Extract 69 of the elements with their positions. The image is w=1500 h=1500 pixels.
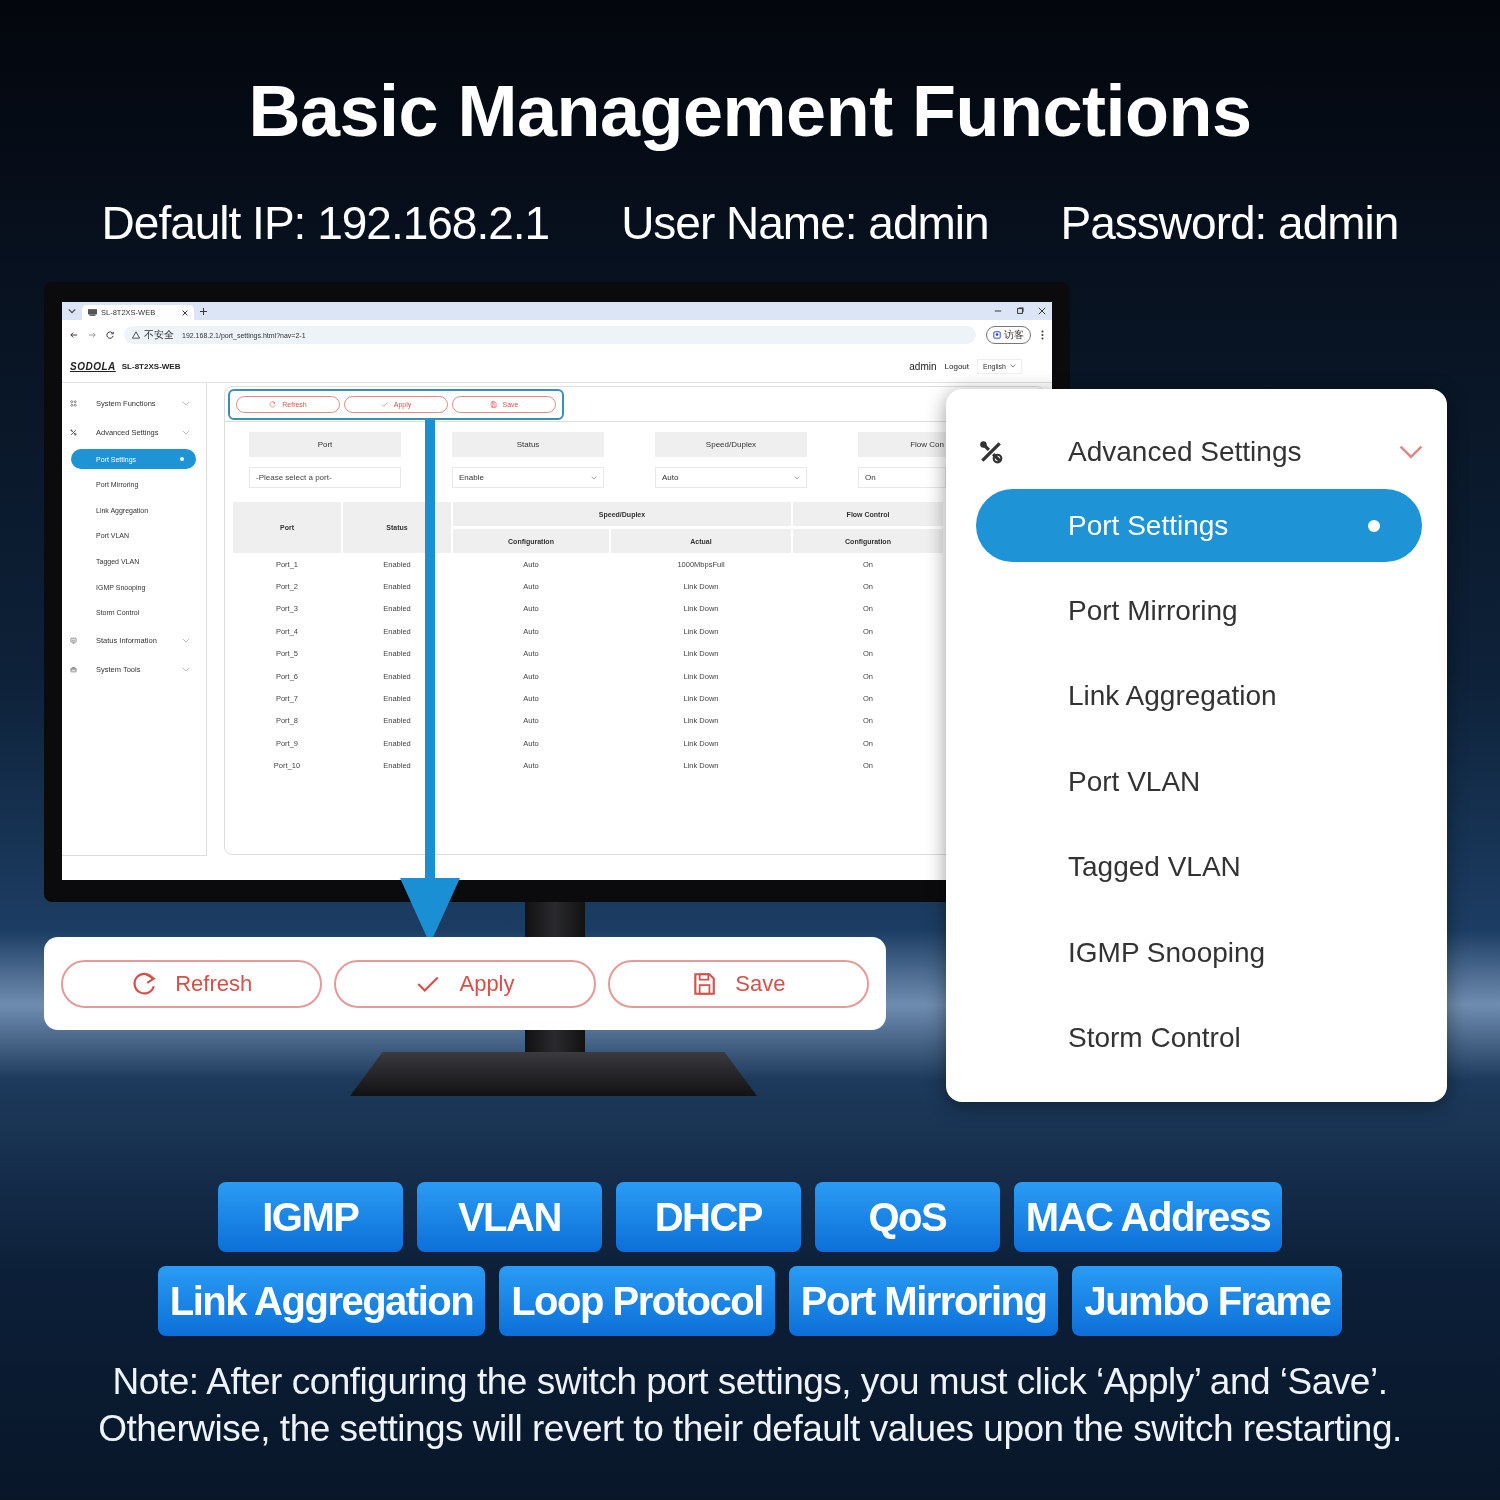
user-name: admin bbox=[909, 360, 937, 372]
reload-icon[interactable] bbox=[106, 331, 114, 339]
feature-tag: DHCP bbox=[615, 1182, 801, 1252]
filter-heading: Flow Con bbox=[858, 432, 946, 457]
note-text: Otherwise, the settings will revert to their default values upon the switch restarting. bbox=[98, 1407, 1402, 1451]
feature-tag: MAC Address bbox=[1013, 1182, 1283, 1252]
save-button[interactable]: Save bbox=[607, 959, 869, 1008]
model-name: SL-8T2XS-WEB bbox=[121, 361, 181, 371]
tab-list-icon bbox=[68, 308, 76, 314]
dot-icon bbox=[1368, 519, 1380, 532]
close-icon[interactable] bbox=[1038, 307, 1046, 315]
menu-item[interactable]: IGMP Snooping bbox=[946, 910, 1447, 996]
menu-item[interactable]: Port Mirroring bbox=[946, 568, 1447, 654]
menu-item[interactable]: Tagged VLAN bbox=[946, 824, 1447, 910]
chevron-down-icon bbox=[591, 475, 597, 480]
save-icon bbox=[489, 400, 497, 408]
menu-item[interactable]: Link Aggregation bbox=[946, 653, 1447, 739]
chevron-down-icon bbox=[182, 637, 190, 643]
feature-tag: VLAN bbox=[416, 1182, 602, 1252]
refresh-icon bbox=[269, 400, 277, 408]
minimize-icon[interactable] bbox=[994, 307, 1002, 315]
check-icon bbox=[380, 400, 388, 408]
note-text: Note: After configuring the switch port settings, you must click ‘Apply’ and ‘Save’. bbox=[112, 1360, 1388, 1404]
apply-button[interactable]: Apply bbox=[334, 959, 596, 1008]
chevron-down-icon bbox=[182, 430, 190, 435]
tools-icon bbox=[978, 439, 1004, 465]
credential-text: Default IP: 192.168.2.1 bbox=[101, 196, 550, 251]
grid-icon bbox=[70, 400, 77, 407]
restore-icon[interactable] bbox=[1016, 307, 1024, 315]
security-label: 不安全 bbox=[144, 328, 174, 342]
new-tab-icon[interactable] bbox=[200, 307, 207, 315]
warning-icon bbox=[132, 331, 140, 339]
filter-heading: Speed/Duplex bbox=[655, 432, 807, 457]
refresh-button[interactable]: Refresh bbox=[61, 959, 323, 1008]
chevron-down-icon bbox=[1010, 364, 1016, 368]
brand-logo: SODOLA bbox=[70, 360, 116, 372]
feature-tag: Jumbo Frame bbox=[1072, 1266, 1343, 1336]
favicon-icon bbox=[88, 309, 97, 316]
menu-header[interactable]: Advanced Settings bbox=[946, 423, 1447, 481]
refresh-icon bbox=[131, 970, 158, 997]
chevron-down-icon bbox=[182, 666, 190, 672]
input-field[interactable]: -Please select a port- bbox=[249, 467, 401, 488]
close-icon[interactable] bbox=[182, 309, 188, 316]
input-field[interactable]: On bbox=[858, 467, 946, 488]
feature-tag: QoS bbox=[814, 1182, 1000, 1252]
feature-tag: Link Aggregation bbox=[157, 1266, 486, 1336]
save-icon bbox=[691, 970, 718, 997]
menu-item[interactable]: Port VLAN bbox=[946, 739, 1447, 825]
feature-tag: IGMP bbox=[217, 1182, 403, 1252]
dot-icon bbox=[180, 457, 184, 461]
chevron-down-icon bbox=[182, 401, 190, 406]
chevron-down-icon bbox=[794, 475, 800, 480]
person-icon bbox=[993, 331, 1001, 339]
logout-link[interactable]: Logout bbox=[944, 361, 970, 371]
select-field[interactable]: Enable bbox=[452, 467, 604, 488]
filter-heading: Status bbox=[452, 432, 604, 457]
filter-heading: Port bbox=[249, 432, 401, 457]
select-field[interactable]: Auto bbox=[655, 467, 807, 488]
chevron-down-icon bbox=[1398, 444, 1424, 460]
credential-text: User Name: admin bbox=[621, 196, 989, 251]
feature-tag: Port Mirroring bbox=[788, 1266, 1059, 1336]
headline: Basic Management Functions bbox=[248, 70, 1252, 153]
back-icon[interactable] bbox=[70, 331, 78, 339]
menu-title: Advanced Settings bbox=[1068, 436, 1303, 468]
more-icon[interactable] bbox=[1041, 330, 1044, 340]
credential-text: Password: admin bbox=[1060, 196, 1399, 251]
feature-tag: Loop Protocol bbox=[499, 1266, 775, 1336]
tools-icon bbox=[70, 429, 77, 436]
menu-item[interactable]: Storm Control bbox=[946, 995, 1447, 1081]
